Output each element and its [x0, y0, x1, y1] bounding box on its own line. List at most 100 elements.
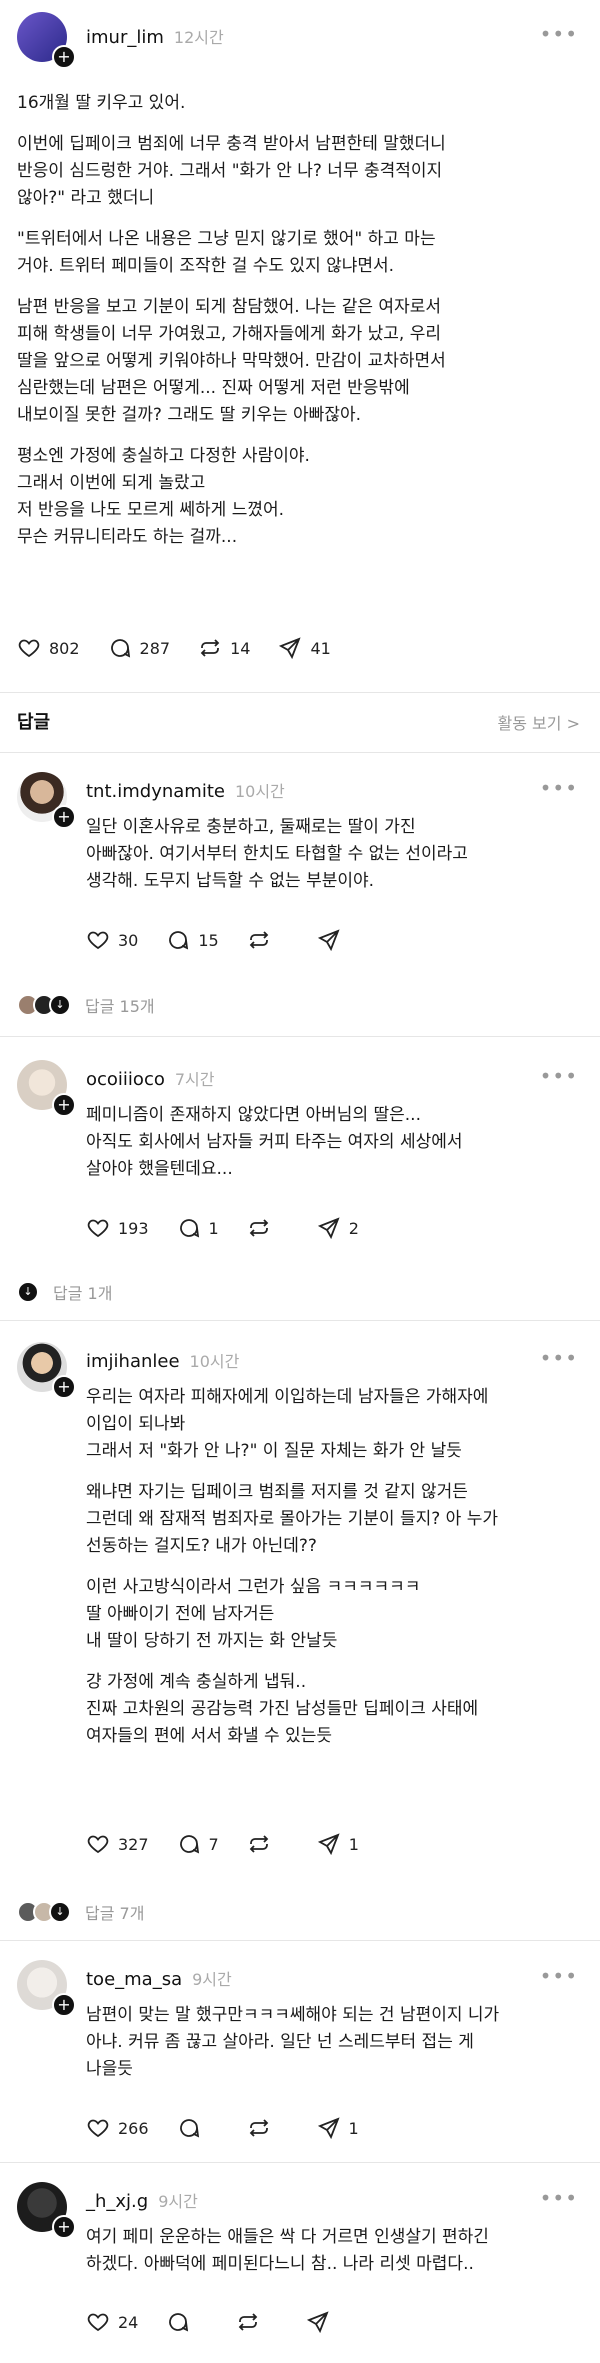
main-post: + imur_lim 12시간 ••• 16개월 딸 키우고 있어. 이번에 딥페…	[0, 0, 600, 690]
comment-button[interactable]: 7	[177, 1832, 219, 1856]
reply: + tnt.imdynamite 10시간 ••• 일단 이혼사유로 충분하고, …	[0, 752, 600, 982]
comment-icon	[169, 931, 189, 950]
repost-icon	[249, 1835, 269, 1853]
comment-count: 287	[139, 638, 171, 658]
comment-icon	[179, 1835, 199, 1854]
reply-actions: 193 1 2	[86, 1216, 387, 1240]
follow-plus-icon[interactable]: +	[52, 1375, 76, 1399]
post-time: 12시간	[173, 28, 224, 47]
share-button[interactable]	[317, 928, 359, 952]
reply-paragraph: 왜냐면 자기는 딥페이크 범죄를 저지를 것 같지 않거든 그런데 왜 잠재적 …	[86, 1482, 498, 1556]
like-count: 24	[118, 2312, 139, 2332]
repost-button[interactable]	[247, 1832, 289, 1856]
reply-body: 일단 이혼사유로 충분하고, 둘째로는 딸이 가진 아빠잖아. 여기서부터 한치…	[86, 814, 576, 909]
username[interactable]: toe_ma_sa	[86, 1969, 182, 1990]
repost-button[interactable]	[247, 2116, 289, 2140]
post-paragraph: 평소엔 가정에 충실하고 다정한 사람이야. 그래서 이번에 되게 놀랐고 저 …	[17, 446, 310, 547]
repost-count: 14	[230, 638, 251, 658]
comment-button[interactable]	[166, 2310, 208, 2334]
reply-author[interactable]: ocoiiioco 7시간	[86, 1066, 214, 1090]
reply-time: 10시간	[234, 782, 285, 801]
like-button[interactable]: 802	[17, 636, 80, 660]
comment-icon	[169, 2313, 189, 2332]
reply-time: 10시간	[189, 1352, 240, 1371]
like-count: 266	[118, 2118, 149, 2138]
share-icon	[317, 1833, 340, 1856]
like-button[interactable]: 24	[86, 2310, 138, 2334]
reply-body: 페미니즘이 존재하지 않았다면 아버님의 딸은... 아직도 회사에서 남자들 …	[86, 1102, 576, 1197]
follow-plus-icon[interactable]: +	[52, 1093, 76, 1117]
comment-button[interactable]: 1	[177, 1216, 219, 1240]
activity-link[interactable]: 활동 보기 >	[498, 710, 580, 734]
username[interactable]: ocoiiioco	[86, 1069, 165, 1090]
post-paragraph: 남편 반응을 보고 기분이 되게 참담했어. 나는 같은 여자로서 피해 학생들…	[17, 297, 446, 425]
comment-button[interactable]: 287	[108, 636, 171, 660]
heart-icon	[18, 639, 40, 658]
post-actions: 802 287 14 41	[17, 636, 359, 660]
arrow-down-icon: ↓	[17, 1281, 39, 1303]
arrow-down-icon: ↓	[49, 1901, 71, 1923]
more-icon[interactable]: •••	[540, 1346, 578, 1370]
divider	[0, 692, 600, 693]
chevron-right-icon: >	[566, 714, 580, 733]
share-button[interactable]: 41	[278, 636, 331, 660]
repost-button[interactable]	[236, 2310, 278, 2334]
reply-author[interactable]: imjihanlee 10시간	[86, 1348, 239, 1372]
more-icon[interactable]: •••	[540, 22, 578, 46]
heart-icon	[87, 931, 109, 950]
activity-label: 활동 보기	[497, 714, 562, 733]
reply-paragraph: 페미니즘이 존재하지 않았다면 아버님의 딸은... 아직도 회사에서 남자들 …	[86, 1105, 463, 1179]
like-button[interactable]: 327	[86, 1832, 149, 1856]
comment-icon	[179, 1219, 199, 1238]
share-count: 1	[348, 2118, 359, 2138]
follow-plus-icon[interactable]: +	[52, 45, 76, 69]
reply-count-label: 답글 15개	[85, 997, 155, 1016]
like-button[interactable]: 193	[86, 1216, 149, 1240]
reply-author[interactable]: toe_ma_sa 9시간	[86, 1966, 232, 1990]
repost-icon	[249, 2119, 268, 2137]
more-icon[interactable]: •••	[540, 1064, 578, 1088]
reply-body: 우리는 여자라 피해자에게 이입하는데 남자들은 가해자에 이입이 되나봐 그래…	[86, 1384, 576, 1764]
username[interactable]: imjihanlee	[86, 1351, 180, 1372]
comment-count: 15	[198, 930, 219, 950]
reply-body: 남편이 맞는 말 했구만ㅋㅋㅋ쎄해야 되는 건 남편이지 니가 아냐. 커뮤 좀…	[86, 2002, 576, 2097]
more-icon[interactable]: •••	[540, 1964, 578, 1988]
share-button[interactable]: 1	[317, 1832, 359, 1856]
repost-button[interactable]: 14	[198, 636, 250, 660]
share-icon	[279, 637, 302, 660]
username[interactable]: _h_xj.g	[86, 2191, 148, 2212]
repost-icon	[249, 931, 268, 949]
share-count: 41	[310, 638, 331, 658]
follow-plus-icon[interactable]: +	[52, 805, 76, 829]
reply-author[interactable]: _h_xj.g 9시간	[86, 2188, 198, 2212]
repost-button[interactable]	[247, 928, 289, 952]
repost-button[interactable]	[247, 1216, 289, 1240]
post-author[interactable]: imur_lim 12시간	[86, 24, 224, 48]
view-replies-link[interactable]: ↓ 답글 7개	[17, 1900, 144, 1924]
username[interactable]: imur_lim	[86, 27, 164, 48]
follow-plus-icon[interactable]: +	[52, 1993, 76, 2017]
share-button[interactable]: 1	[317, 2116, 359, 2140]
reply-author[interactable]: tnt.imdynamite 10시간	[86, 778, 285, 802]
heart-icon	[87, 1219, 109, 1238]
arrow-down-icon: ↓	[49, 994, 71, 1016]
like-button[interactable]: 266	[86, 2116, 149, 2140]
share-button[interactable]: 2	[317, 1216, 359, 1240]
more-icon[interactable]: •••	[540, 776, 578, 800]
username[interactable]: tnt.imdynamite	[86, 781, 225, 802]
comment-button[interactable]: 15	[166, 928, 219, 952]
more-icon[interactable]: •••	[540, 2186, 578, 2210]
reply-count-label: 답글 1개	[53, 1284, 113, 1303]
share-count: 1	[348, 1834, 359, 1854]
view-replies-link[interactable]: ↓ 답글 1개	[17, 1280, 112, 1304]
comment-icon	[110, 639, 130, 658]
follow-plus-icon[interactable]: +	[52, 2215, 76, 2239]
reply-time: 9시간	[158, 2192, 198, 2211]
like-button[interactable]: 30	[86, 928, 138, 952]
reply-paragraph: 걍 가정에 계속 충실하게 냅둬.. 진짜 고차원의 공감능력 가진 남성들만 …	[86, 1672, 479, 1746]
share-button[interactable]	[306, 2310, 348, 2334]
comment-button[interactable]	[177, 2116, 219, 2140]
view-replies-link[interactable]: ↓ 답글 15개	[17, 993, 155, 1017]
reply-actions: 30 15	[86, 928, 387, 952]
comment-icon	[179, 2119, 199, 2138]
